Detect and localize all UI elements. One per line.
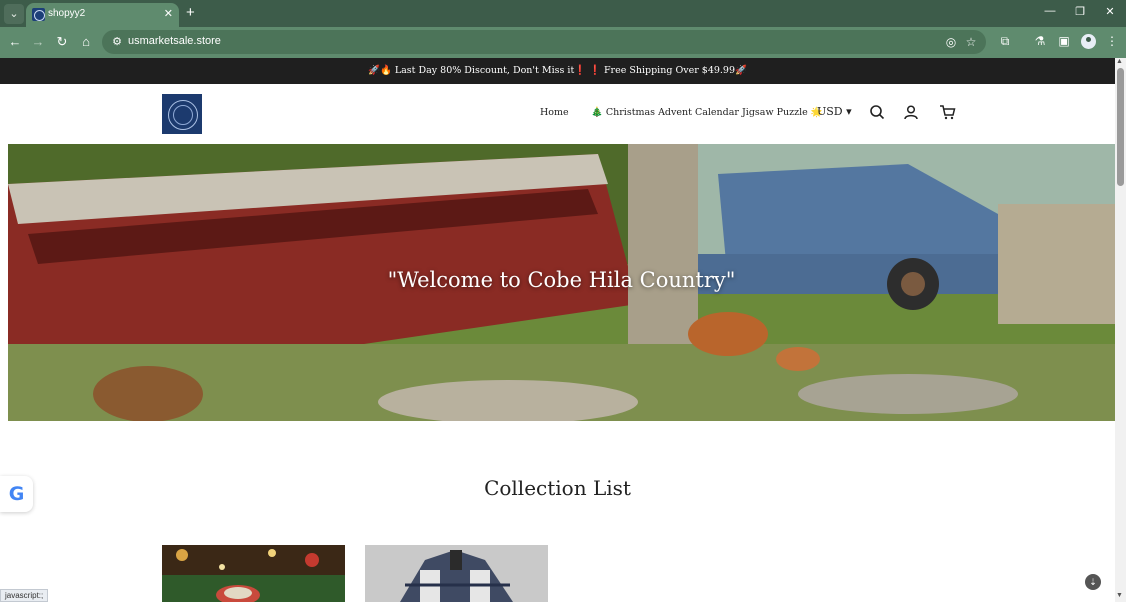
restore-icon[interactable]: ❐ <box>1070 5 1090 18</box>
nav-christmas-advent-calendar[interactable]: 🎄 Christmas Advent Calendar Jigsaw Puzzl… <box>591 107 823 118</box>
collection-card-jacket[interactable] <box>365 545 548 602</box>
tab-title: shopyy2 <box>48 8 86 19</box>
address-bar[interactable]: ⚙ usmarketsale.store ◎ ☆ <box>102 30 986 54</box>
menu-kebab-icon[interactable]: ⋮ <box>1104 34 1120 48</box>
browser-tab[interactable]: shopyy2 ✕ <box>26 3 179 27</box>
browser-toolbar: ← → ↻ ⌂ ⚙ usmarketsale.store ◎ ☆ ⧉ ⚗ ▣ ⋮ <box>0 27 1126 58</box>
close-window-icon[interactable]: ✕ <box>1100 5 1120 18</box>
tab-favicon-icon <box>32 8 45 21</box>
url-text[interactable]: usmarketsale.store <box>128 35 221 47</box>
collection-image-ornament <box>162 545 345 602</box>
scroll-to-top-arrow-icon[interactable]: ⇣ <box>1085 574 1101 590</box>
eye-off-icon[interactable]: ◎ <box>944 35 958 49</box>
cart-icon[interactable] <box>938 104 956 122</box>
scroll-up-arrow-icon[interactable]: ▲ <box>1116 58 1123 65</box>
caret-down-icon: ▾ <box>846 105 852 118</box>
site-info-tune-icon[interactable]: ⚙ <box>110 35 124 49</box>
tab-close-icon[interactable]: ✕ <box>164 7 173 20</box>
collection-list-title: Collection List <box>484 476 631 500</box>
browser-status-bar: javascript:; <box>0 589 49 602</box>
profile-avatar-icon[interactable] <box>1081 34 1096 49</box>
sidebar-icon[interactable]: ▣ <box>1056 34 1072 48</box>
currency-label: USD <box>817 105 843 118</box>
hero-title: "Welcome to Cobe Hila Country" <box>387 268 736 292</box>
forward-arrow-icon[interactable]: → <box>29 33 47 51</box>
reload-icon[interactable]: ↻ <box>53 33 71 51</box>
new-tab-plus-icon[interactable]: + <box>186 4 195 21</box>
browser-tab-strip: ⌄ shopyy2 ✕ + — ❐ ✕ <box>0 0 1126 27</box>
google-g-icon[interactable]: G <box>0 476 33 512</box>
currency-selector[interactable]: USD ▾ <box>817 105 852 118</box>
account-user-icon[interactable] <box>902 104 920 122</box>
collection-card-christmas[interactable] <box>162 545 345 602</box>
tab-search-chevron-down-icon[interactable]: ⌄ <box>4 4 24 24</box>
nav-home[interactable]: Home <box>540 107 569 118</box>
store-logo[interactable] <box>162 94 202 134</box>
collection-image-plaid-jacket <box>365 545 548 602</box>
scroll-thumb[interactable] <box>1117 68 1124 186</box>
bookmark-star-icon[interactable]: ☆ <box>964 35 978 49</box>
back-arrow-icon[interactable]: ← <box>6 33 24 51</box>
labs-flask-icon[interactable]: ⚗ <box>1032 34 1048 48</box>
announcement-bar: 🚀🔥 Last Day 80% Discount, Don't Miss it❗… <box>0 58 1115 84</box>
store-header: Home 🎄 Christmas Advent Calendar Jigsaw … <box>0 84 1115 144</box>
extensions-puzzle-icon[interactable]: ⧉ <box>997 34 1013 49</box>
hero-banner[interactable]: "Welcome to Cobe Hila Country" <box>8 144 1115 421</box>
page-scrollbar[interactable]: ▲ ▼ <box>1115 58 1126 602</box>
search-icon[interactable] <box>868 104 886 122</box>
home-icon[interactable]: ⌂ <box>77 33 95 51</box>
scroll-down-arrow-icon[interactable]: ▼ <box>1116 592 1123 599</box>
minimize-icon[interactable]: — <box>1040 5 1060 17</box>
